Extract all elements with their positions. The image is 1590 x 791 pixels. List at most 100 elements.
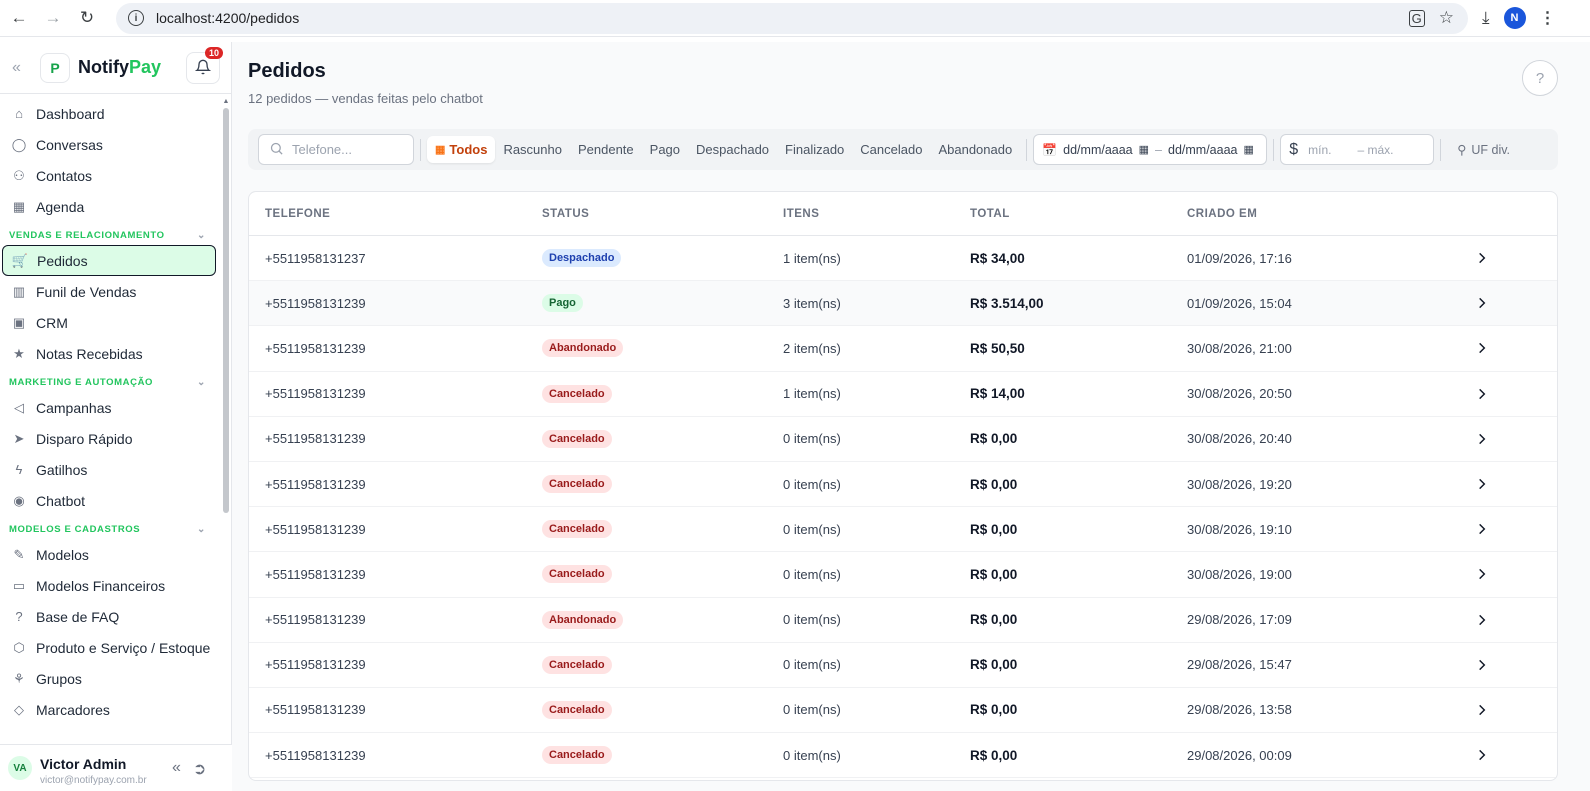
collapse-sidebar-icon[interactable]: « [12,59,28,77]
sidebar-item-notas-recebidas[interactable]: ★ Notas Recebidas [0,338,224,369]
table-row[interactable]: +5511958131239 Cancelado 0 item(ns) R$ 0,00… [249,462,1557,508]
table-row[interactable]: +5511958131239 Cancelado 1 item(ns) R$ 14,0… [249,372,1557,417]
max-value-input[interactable]: – máx. [1357,143,1393,157]
address-bar[interactable]: i localhost:4200/pedidos G ☆ [116,2,1468,34]
date-from-input[interactable]: dd/mm/aaaa [1063,143,1132,157]
status-cell: Pago [542,281,583,325]
header-status[interactable]: STATUS [542,208,589,220]
table-row[interactable]: +5511958131239 Cancelado 0 item(ns) R$ 0,00… [249,507,1557,553]
chevron-right-icon[interactable] [1475,552,1489,596]
status-cell: Cancelado [542,462,612,506]
calendar-picker-icon[interactable]: ▦ [1243,143,1253,156]
chevron-down-icon[interactable]: ⌄ [197,377,206,388]
help-button[interactable]: ? [1522,60,1558,96]
calendar-picker-icon[interactable]: ▦ [1139,143,1149,156]
chevron-right-icon[interactable] [1475,598,1489,642]
sidebar-item-base-de-faq[interactable]: ? Base de FAQ [0,601,224,632]
sidebar-item-conversas[interactable]: ◯ Conversas [0,129,224,160]
status-chip-despachado[interactable]: Despachado [688,136,777,163]
reload-icon[interactable]: ↻ [70,1,104,35]
download-icon[interactable]: ⤓ [1482,8,1490,28]
chip-label: Pendente [577,142,634,157]
table-row[interactable]: +5511958131239 Pago 3 item(ns) R$ 3.514,00 0… [249,281,1557,327]
chevron-right-icon[interactable] [1475,507,1489,551]
chevron-right-icon[interactable] [1475,326,1489,370]
status-cell: Cancelado [542,688,612,732]
logout-icon[interactable]: ➲ [193,759,206,779]
translate-icon[interactable]: G [1408,9,1425,27]
bookmark-star-icon[interactable]: ☆ [1439,8,1454,28]
chevron-right-icon[interactable] [1475,643,1489,687]
profile-avatar[interactable]: N [1503,7,1526,29]
value-range[interactable]: $ mín. – máx. [1280,134,1435,165]
phone-search-input[interactable] [292,142,402,157]
table-row[interactable]: +5511958131239 Cancelado 0 item(ns) R$ 0,00… [249,688,1557,734]
sidebar-item-chatbot[interactable]: ◉ Chatbot [0,485,224,516]
cell-criado-em: 30/08/2026, 21:00 [1187,340,1292,356]
notifications-button[interactable]: 10 [186,47,223,84]
cell-criado-em: 30/08/2026, 20:50 [1187,386,1292,402]
status-chip-todos[interactable]: ▦ Todos [427,136,496,163]
header-total[interactable]: TOTAL [970,208,1010,220]
sidebar-item-modelos-financeiros[interactable]: ▭ Modelos Financeiros [0,570,224,601]
cell-criado-em: 30/08/2026, 20:40 [1187,431,1292,447]
status-cell: Cancelado [542,372,612,416]
sidebar-item-crm[interactable]: ▣ CRM [0,307,224,338]
scroll-thumb[interactable] [223,108,229,513]
table-row[interactable]: +5511958131237 Despachado 1 item(ns) R$ 34,… [249,236,1557,282]
cell-criado-em: 30/08/2026, 19:10 [1187,521,1292,537]
chevron-down-icon[interactable]: ⌄ [197,230,206,241]
sidebar-item-marcadores[interactable]: ◇ Marcadores [0,694,224,725]
min-value-input[interactable]: mín. [1308,143,1331,157]
header-telefone[interactable]: TELEFONE [265,208,330,220]
back-icon[interactable]: ← [2,1,36,35]
chevron-right-icon[interactable] [1475,733,1489,777]
sidebar-item-disparo-r-pido[interactable]: ➤ Disparo Rápido [0,423,224,454]
phone-search[interactable] [258,134,414,165]
chevron-right-icon[interactable] [1475,281,1489,325]
date-to-input[interactable]: dd/mm/aaaa [1168,143,1237,157]
sidebar-item-contatos[interactable]: ⚇ Contatos [0,160,224,191]
collapse-icon[interactable]: « [172,759,181,779]
table-row[interactable]: +5511958131239 Cancelado 0 item(ns) R$ 0,00… [249,552,1557,598]
status-chip-rascunho[interactable]: Rascunho [495,136,570,163]
status-chip-pendente[interactable]: Pendente [570,136,642,163]
sidebar-section-header[interactable]: MODELOS E CADASTROS ⌄ [0,519,224,539]
chevron-down-icon[interactable]: ⌄ [197,524,206,535]
date-range[interactable]: 📅 dd/mm/aaaa ▦ – dd/mm/aaaa ▦ [1033,134,1268,165]
sidebar-item-campanhas[interactable]: ◁ Campanhas [0,392,224,423]
table-row[interactable]: +5511958131239 Abandonado 0 item(ns) R$ 0,0… [249,598,1557,643]
table-row[interactable]: +5511958131239 Abandonado 2 item(ns) R$ 50,… [249,326,1557,372]
sidebar-item-modelos[interactable]: ✎ Modelos [0,539,224,570]
scroll-up-icon[interactable]: ▲ [222,98,230,105]
sidebar-item-dashboard[interactable]: ⌂ Dashboard [0,98,224,129]
sidebar-item-agenda[interactable]: ▦ Agenda [0,191,224,222]
sidebar-item-produto-e-servi-o-estoque[interactable]: ⬡ Produto e Serviço / Estoque [0,632,224,663]
more-menu-icon[interactable]: ⋮ [1540,8,1556,28]
forward-icon[interactable]: → [36,1,70,35]
status-chip-finalizado[interactable]: Finalizado [777,136,852,163]
header-criado-em[interactable]: CRIADO EM [1187,208,1257,220]
site-info-icon[interactable]: i [128,10,144,26]
chevron-right-icon[interactable] [1475,462,1489,506]
sidebar-item-funil-de-vendas[interactable]: ▥ Funil de Vendas [0,276,224,307]
table-row[interactable]: +5511958131239 Cancelado 0 item(ns) R$ 0,00… [249,417,1557,462]
status-chip-abandonado[interactable]: Abandonado [930,136,1020,163]
sidebar-item-gatilhos[interactable]: ϟ Gatilhos [0,454,224,485]
chevron-right-icon[interactable] [1475,236,1489,280]
table-row[interactable]: +5511958131239 Cancelado 0 item(ns) R$ 0,00… [249,643,1557,688]
chevron-right-icon[interactable] [1475,372,1489,416]
status-chip-cancelado[interactable]: Cancelado [852,136,930,163]
sidebar-scrollbar[interactable]: ▲ ▼ [222,98,230,788]
sidebar-item-grupos[interactable]: ⚘ Grupos [0,663,224,694]
uf-filter[interactable]: ⚲ UF div. [1447,142,1510,158]
sidebar-item-pedidos[interactable]: 🛒 Pedidos [2,245,216,276]
status-chip-pago[interactable]: Pago [642,136,688,163]
chevron-right-icon[interactable] [1475,688,1489,732]
sidebar-section-header[interactable]: VENDAS E RELACIONAMENTO ⌄ [0,225,224,245]
cell-itens: 0 item(ns) [783,521,841,537]
header-itens[interactable]: ITENS [783,208,819,220]
chevron-right-icon[interactable] [1475,417,1489,461]
table-row[interactable]: +5511958131239 Cancelado 0 item(ns) R$ 0,00… [249,733,1557,779]
sidebar-section-header[interactable]: MARKETING E AUTOMAÇÃO ⌄ [0,372,224,392]
